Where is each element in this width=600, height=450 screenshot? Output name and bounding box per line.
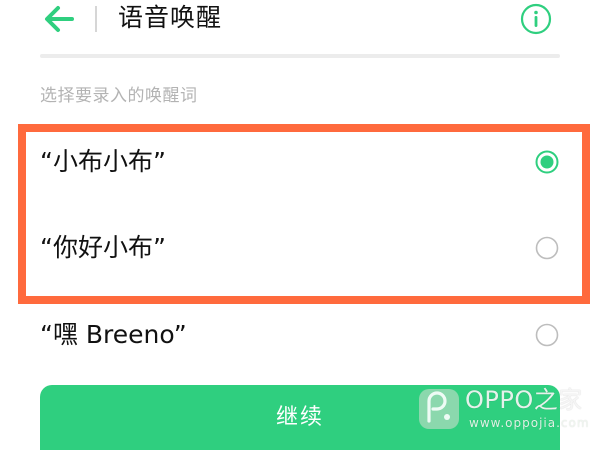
arrow-left-icon — [45, 6, 74, 32]
app-header: 语音唤醒 — [0, 0, 600, 40]
info-circle-icon — [520, 3, 552, 35]
section-hint: 选择要录入的唤醒词 — [40, 86, 198, 106]
back-button[interactable] — [42, 4, 76, 34]
header-divider — [95, 6, 97, 32]
header-separator — [40, 54, 560, 58]
continue-button[interactable]: 继续 — [40, 385, 560, 450]
info-button[interactable] — [520, 3, 552, 35]
radio-unselected-icon[interactable] — [535, 323, 559, 347]
radio-unselected-icon[interactable] — [535, 236, 559, 260]
option-label: “你好小布” — [40, 233, 166, 262]
wake-word-option-breeno[interactable]: “嘿 Breeno” — [0, 303, 600, 367]
wake-word-option-nihao[interactable]: “你好小布” — [0, 216, 600, 280]
option-label: “小布小布” — [40, 147, 166, 176]
wake-word-option-xiaobu[interactable]: “小布小布” — [0, 130, 600, 194]
page-title: 语音唤醒 — [118, 3, 223, 32]
radio-selected-icon[interactable] — [535, 150, 559, 174]
option-label: “嘿 Breeno” — [40, 320, 187, 349]
